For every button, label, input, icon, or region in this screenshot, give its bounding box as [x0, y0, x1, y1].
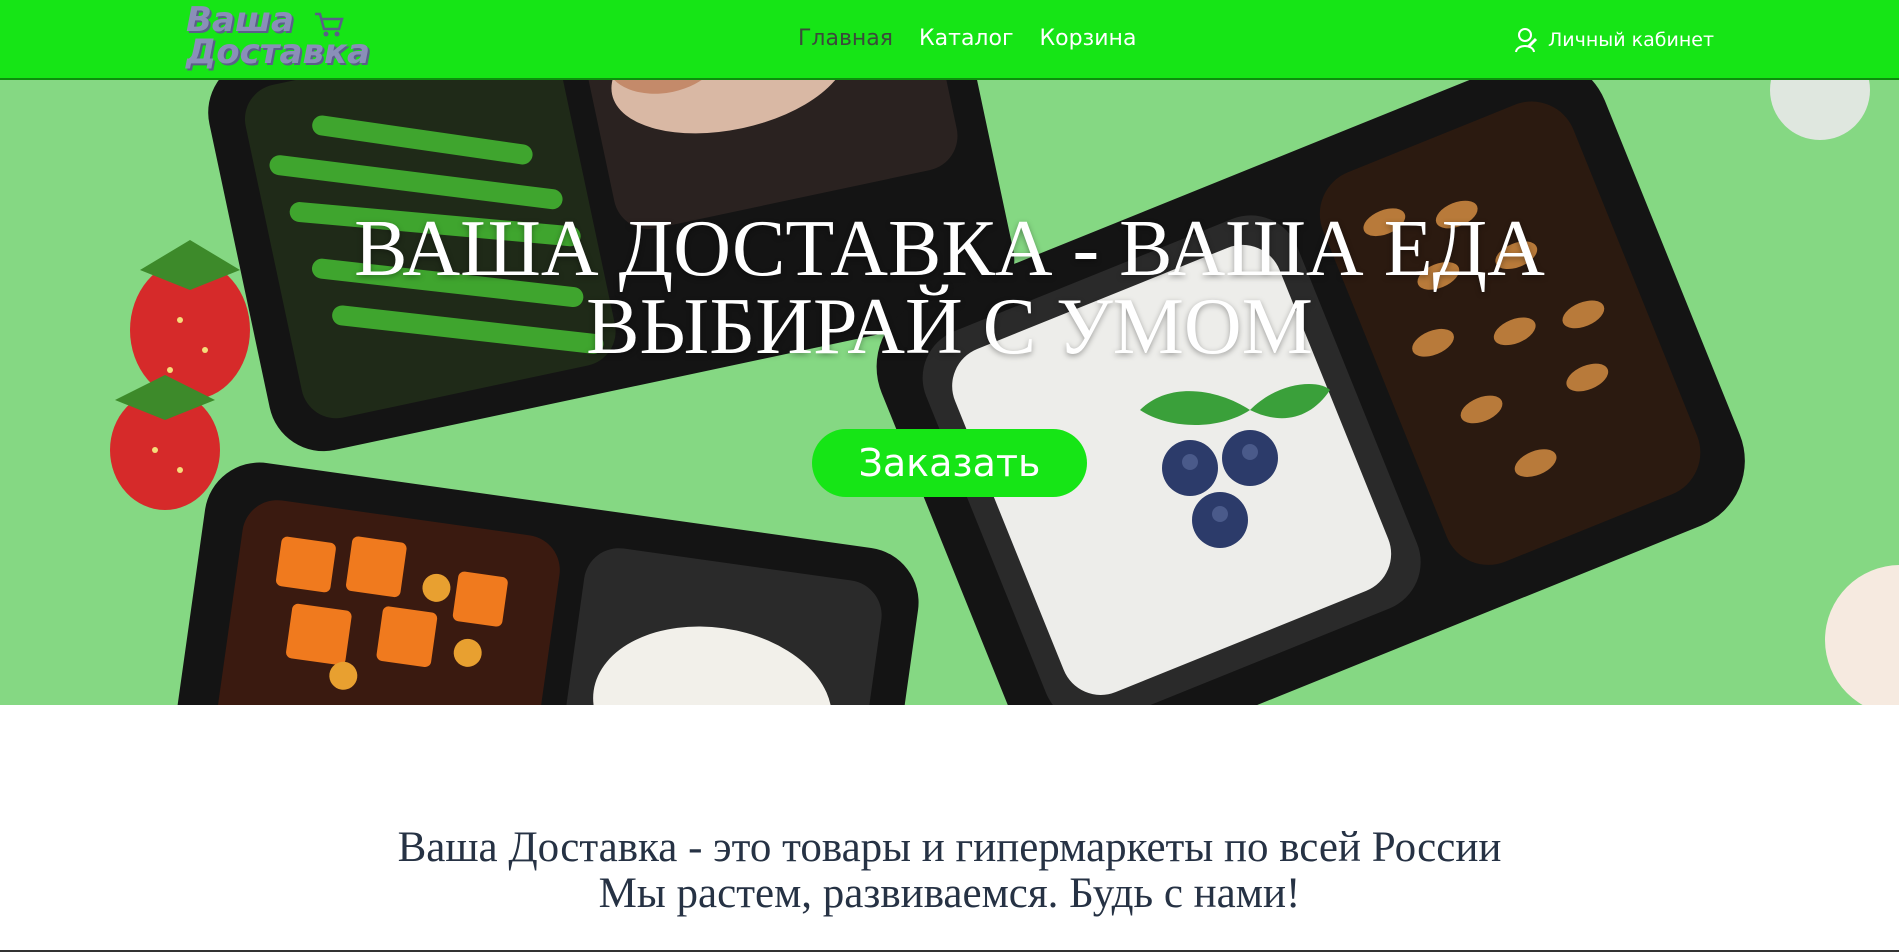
cart-icon: [315, 12, 344, 37]
order-button[interactable]: Заказать: [812, 429, 1087, 497]
account-link[interactable]: Личный кабинет: [1514, 26, 1714, 54]
main-nav: Главная Каталог Корзина: [798, 26, 1136, 51]
user-icon: [1515, 28, 1538, 53]
hero-food-image: [0, 80, 1899, 705]
nav-catalog[interactable]: Каталог: [919, 26, 1013, 51]
nav-home[interactable]: Главная: [798, 26, 893, 51]
hero-title: ВАША ДОСТАВКА - ВАША ЕДА ВЫБИРАЙ С УМОМ: [0, 205, 1899, 371]
about-line2: Мы растем, развиваемся. Будь с нами!: [598, 870, 1301, 917]
site-header: Ваша Доставка Главная Каталог Корзина Ли…: [0, 0, 1899, 80]
account-label: Личный кабинет: [1548, 29, 1715, 51]
hero-title-line1: ВАША ДОСТАВКА - ВАША ЕДА: [354, 205, 1545, 293]
hero-title-line2: ВЫБИРАЙ С УМОМ: [586, 283, 1313, 371]
about-line1: Ваша Доставка - это товары и гипермаркет…: [397, 824, 1502, 871]
nav-cart[interactable]: Корзина: [1040, 26, 1137, 51]
logo[interactable]: Ваша Доставка: [186, 3, 426, 76]
about-section: Ваша Доставка - это товары и гипермаркет…: [0, 825, 1899, 917]
hero-banner: ВАША ДОСТАВКА - ВАША ЕДА ВЫБИРАЙ С УМОМ …: [0, 80, 1899, 705]
logo-line2: Доставка: [186, 32, 370, 72]
